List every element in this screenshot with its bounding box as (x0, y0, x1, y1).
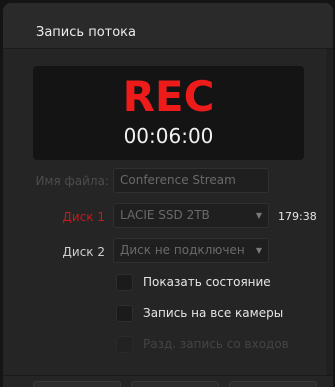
split-input-record-option: Разд. запись со входов (116, 336, 296, 354)
disk2-select[interactable]: Диск не подключен ▼ (113, 238, 269, 263)
footer-button-right[interactable] (229, 381, 317, 387)
disk1-label: Диск 1 (62, 210, 105, 224)
rec-status-label: REC (122, 72, 215, 121)
record-button[interactable]: REC 00:06:00 (33, 66, 304, 160)
record-stream-panel: Запись потока REC 00:06:00 Имя файла: Co… (3, 3, 333, 387)
panel-header: Запись потока (3, 3, 333, 49)
record-all-cameras-label: Запись на все камеры (143, 306, 284, 320)
filename-label: Имя файла: (35, 174, 109, 188)
disk2-value: Диск не подключен (120, 243, 245, 257)
disk1-remaining-time: 179:38 (278, 210, 317, 223)
split-input-record-checkbox (116, 336, 133, 353)
disk1-select[interactable]: LACIE SSD 2TB ▼ (113, 203, 269, 228)
split-input-record-label: Разд. запись со входов (143, 337, 289, 351)
bottom-divider (3, 375, 333, 376)
record-all-cameras-option[interactable]: Запись на все камеры (116, 305, 291, 323)
chevron-down-icon: ▼ (255, 246, 262, 255)
panel-title: Запись потока (36, 25, 136, 40)
filename-field[interactable]: Conference Stream (113, 168, 269, 193)
disk1-value: LACIE SSD 2TB (120, 208, 210, 222)
scrollbar-track[interactable] (326, 49, 333, 375)
footer-button-left[interactable] (33, 381, 121, 387)
disk2-label: Диск 2 (62, 245, 105, 259)
show-status-option[interactable]: Показать состояние (116, 274, 286, 292)
show-status-label: Показать состояние (143, 275, 271, 289)
footer-button-center[interactable] (131, 381, 219, 387)
record-all-cameras-checkbox[interactable] (116, 305, 133, 322)
rec-timecode: 00:06:00 (123, 124, 214, 148)
chevron-down-icon: ▼ (255, 211, 262, 220)
show-status-checkbox[interactable] (116, 274, 133, 291)
